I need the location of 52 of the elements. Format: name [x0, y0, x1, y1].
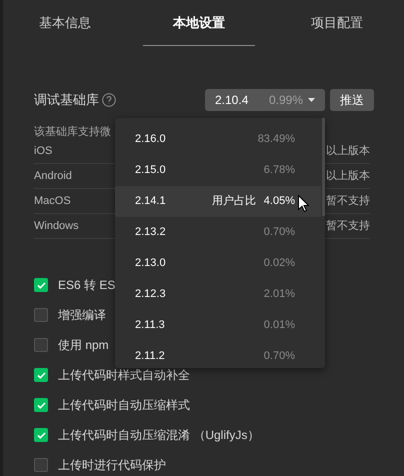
checkbox[interactable] — [34, 428, 48, 442]
help-icon[interactable] — [102, 93, 116, 107]
share-value: 0.70% — [264, 225, 295, 240]
share-value: 6.78% — [264, 163, 295, 178]
option-label: 上传代码时自动压缩混淆 （UglifyJs） — [58, 427, 260, 444]
tab[interactable]: 本地设置 — [143, 0, 255, 46]
cursor-icon — [298, 195, 309, 212]
share-value: 0.02% — [264, 256, 295, 272]
share-value: 4.05% — [264, 194, 295, 210]
option-label: 增强编译 — [58, 307, 106, 324]
option-label: 使用 npm — [58, 337, 109, 354]
share-value: 83.49% — [258, 132, 295, 148]
checkbox[interactable] — [34, 308, 48, 322]
share-value: 0.70% — [264, 349, 295, 364]
checkmark-icon — [36, 402, 46, 408]
checkbox[interactable] — [34, 458, 48, 472]
version-option[interactable]: 2.14.1 用户占比 4.05% — [115, 186, 321, 217]
share-value: 2.01% — [264, 287, 295, 302]
share-hint: 用户占比 — [212, 194, 256, 210]
checkbox[interactable] — [34, 368, 48, 382]
support-note: 该基础库支持微 — [34, 125, 111, 139]
share-value: 0.01% — [264, 318, 295, 334]
checkbox[interactable] — [34, 338, 48, 352]
version-option[interactable]: 2.11.3 0.01% — [115, 310, 321, 341]
platform-name: Android — [34, 168, 72, 184]
checkbox[interactable] — [34, 398, 48, 412]
option-label: 上传代码时自动压缩样式 — [58, 397, 190, 414]
version-option[interactable]: 2.12.3 2.01% — [115, 279, 321, 310]
platform-support: 以上版本 — [326, 144, 370, 159]
setting-label: 调试基础库 — [34, 91, 99, 110]
platform-name: MacOS — [34, 194, 71, 209]
option-label: 上传时进行代码保护 — [58, 457, 166, 474]
platform-name: iOS — [34, 144, 52, 159]
version-option[interactable]: 2.13.0 0.02% — [115, 248, 321, 279]
checkbox[interactable] — [34, 278, 48, 292]
checkmark-icon — [36, 372, 46, 378]
platform-support: 以上版本 — [326, 168, 370, 184]
version-option[interactable]: 2.13.2 0.70% — [115, 217, 321, 248]
checkmark-icon — [36, 282, 46, 288]
version-option[interactable]: 2.15.0 6.78% — [115, 155, 321, 186]
checkmark-icon — [36, 432, 46, 438]
version-select[interactable]: 2.10.4 0.99% — [205, 89, 325, 111]
platform-name: Windows — [34, 218, 79, 234]
tab[interactable]: 基本信息 — [9, 0, 121, 46]
push-button[interactable]: 推送 — [330, 89, 374, 111]
platform-support: 暂不支持 — [326, 218, 370, 234]
tab[interactable]: 项目配置 — [281, 0, 393, 46]
version-option[interactable]: 2.16.0 83.49% — [115, 124, 321, 155]
platform-support: 暂不支持 — [326, 194, 370, 209]
caret-icon — [308, 98, 315, 102]
option-label: ES6 转 ES — [58, 277, 116, 294]
option-label: 上传代码时样式自动补全 — [58, 367, 190, 384]
